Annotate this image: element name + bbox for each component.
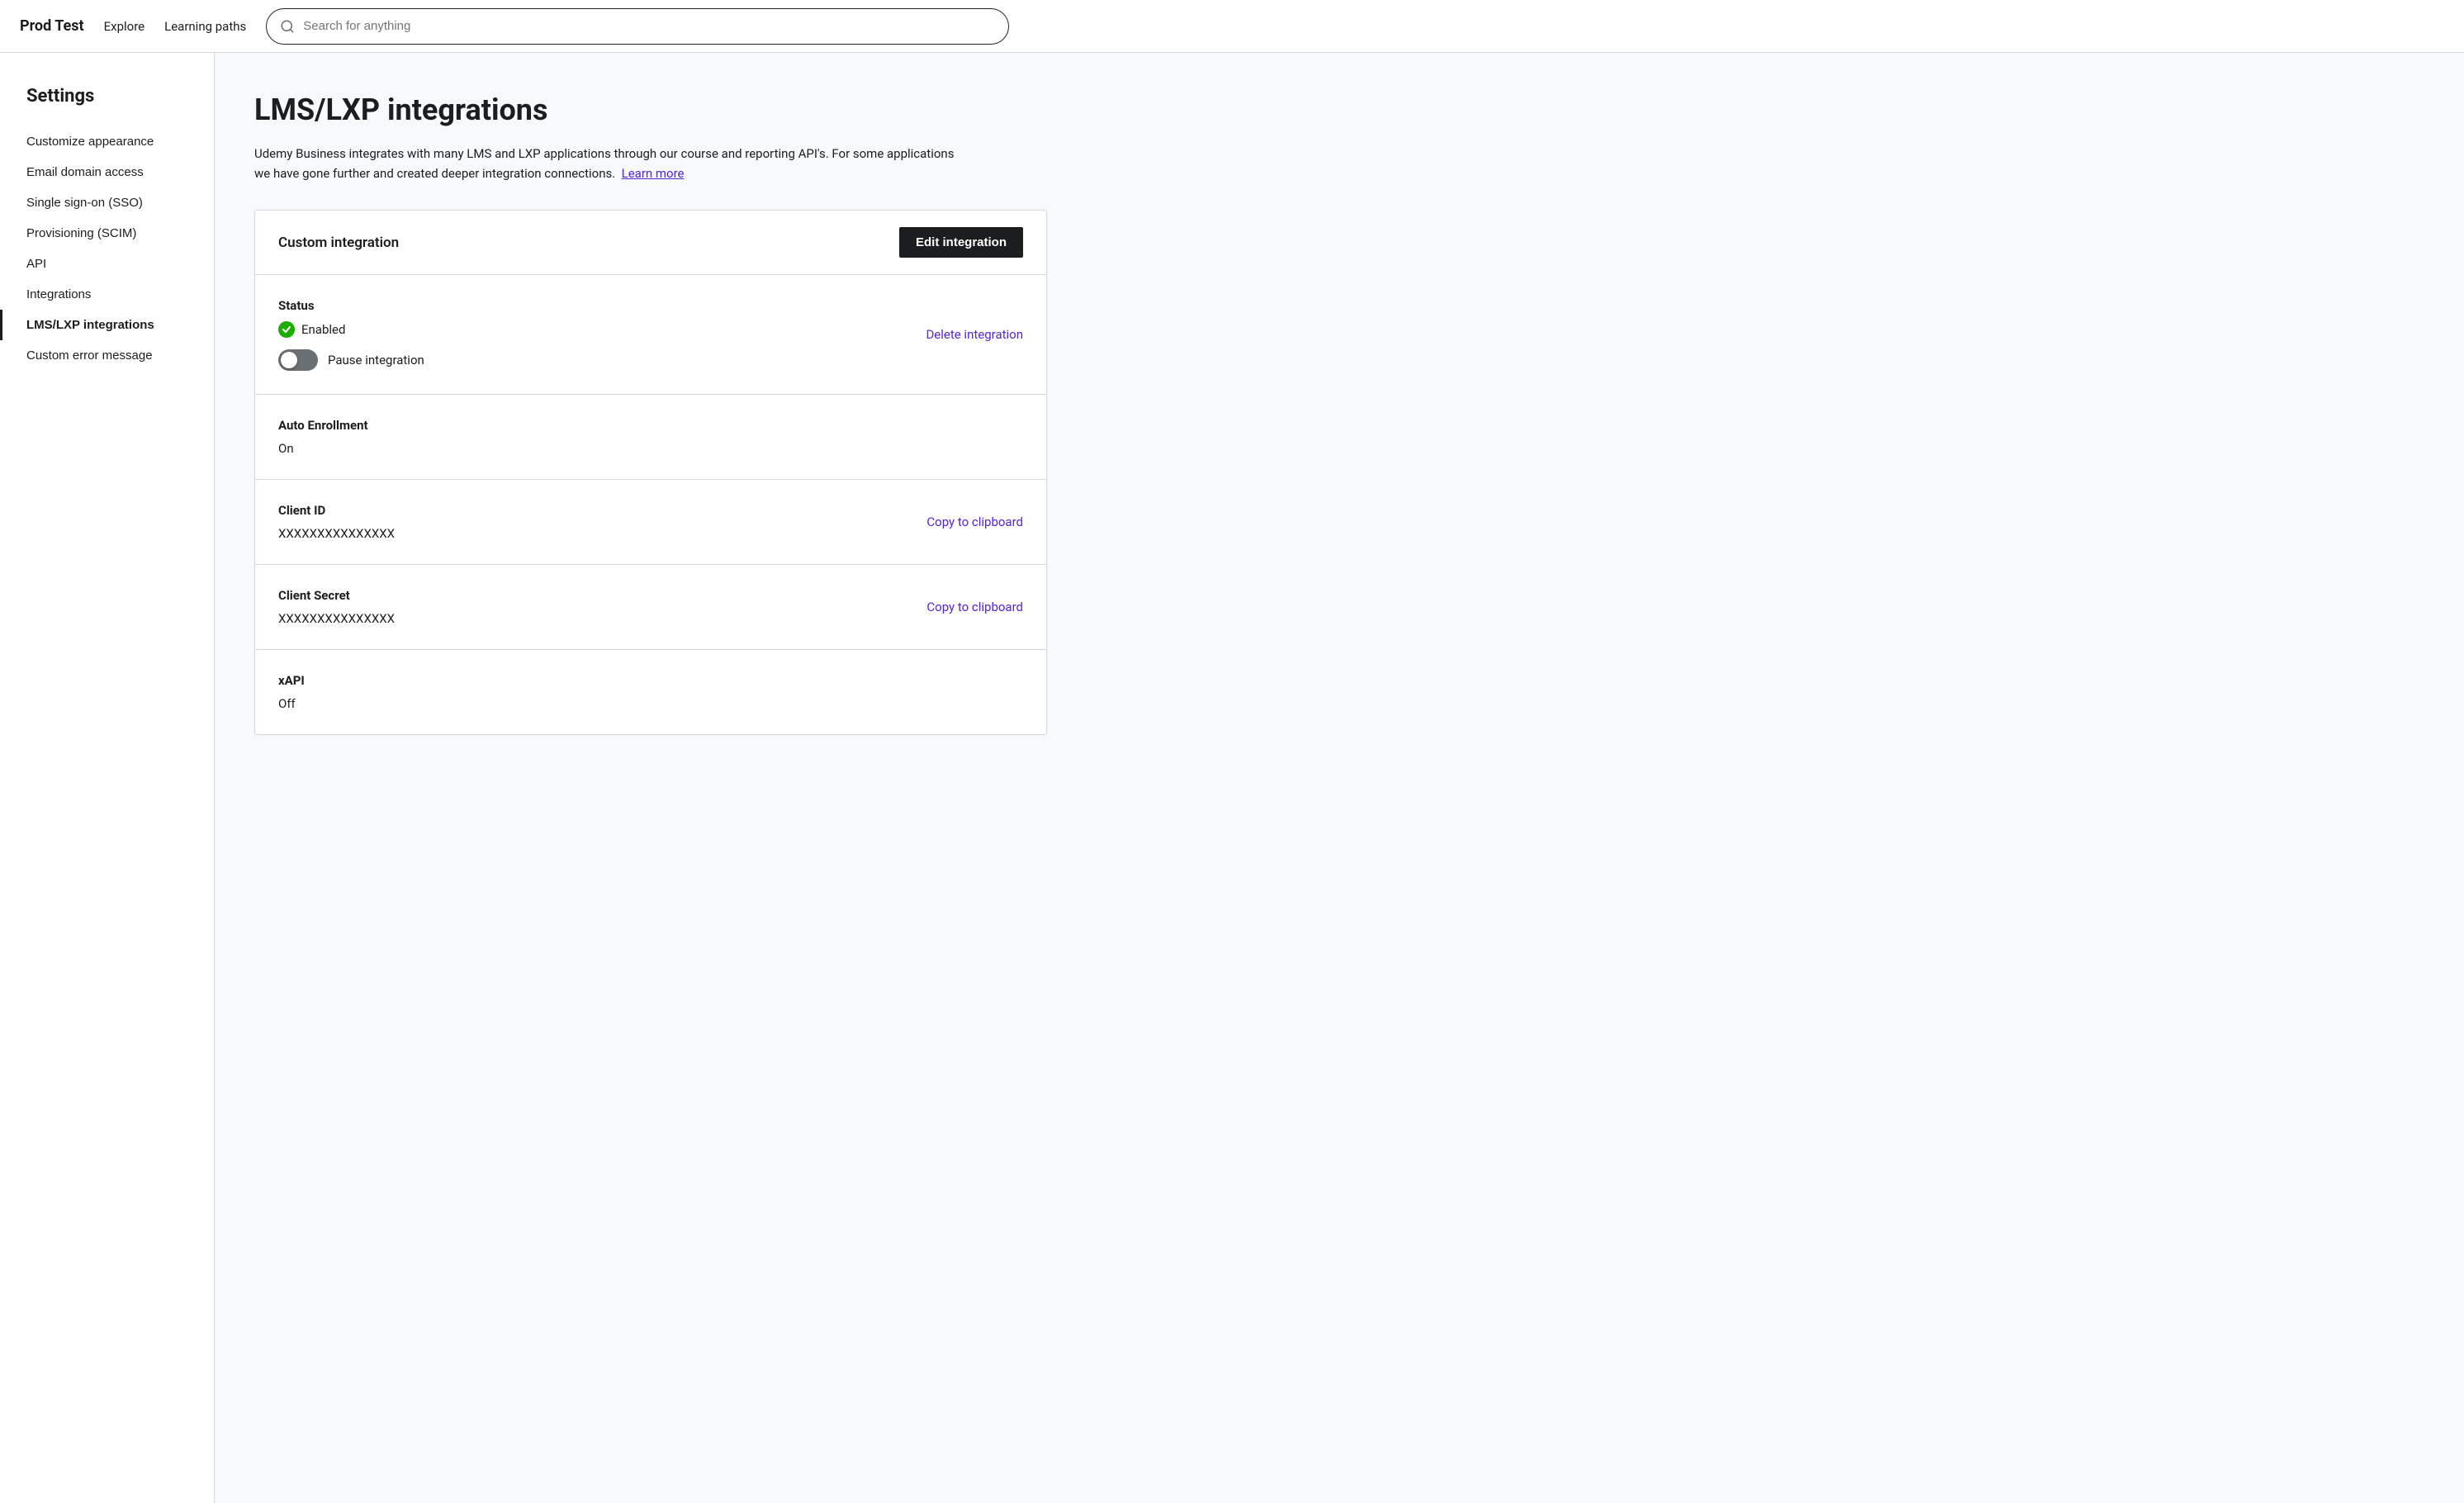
client-secret-label: Client Secret xyxy=(278,588,1023,603)
toggle-thumb xyxy=(281,352,297,368)
sidebar-item-provisioning[interactable]: Provisioning (SCIM) xyxy=(0,218,214,249)
status-text: Enabled xyxy=(301,322,345,337)
sidebar-item-api[interactable]: API xyxy=(0,249,214,279)
pause-integration-row: Pause integration xyxy=(278,349,1023,371)
client-secret-section: Client Secret XXXXXXXXXXXXXXX Copy to cl… xyxy=(255,565,1046,650)
delete-integration-link[interactable]: Delete integration xyxy=(926,327,1023,342)
main-content: LMS/LXP integrations Udemy Business inte… xyxy=(215,53,2464,1503)
pause-integration-toggle[interactable] xyxy=(278,349,318,371)
enabled-check-icon xyxy=(278,321,295,338)
xapi-label: xAPI xyxy=(278,673,1023,688)
auto-enrollment-value: On xyxy=(278,441,1023,456)
client-id-section: Client ID XXXXXXXXXXXXXXX Copy to clipbo… xyxy=(255,480,1046,565)
xapi-value: Off xyxy=(278,696,1023,711)
sidebar-item-sso[interactable]: Single sign-on (SSO) xyxy=(0,187,214,218)
sidebar-item-email-domain-access[interactable]: Email domain access xyxy=(0,157,214,187)
client-id-label: Client ID xyxy=(278,503,1023,518)
edit-integration-button[interactable]: Edit integration xyxy=(899,227,1023,258)
search-icon xyxy=(280,19,295,34)
client-secret-copy-link[interactable]: Copy to clipboard xyxy=(926,600,1023,614)
pause-integration-label: Pause integration xyxy=(328,353,424,367)
client-id-copy-link[interactable]: Copy to clipboard xyxy=(926,514,1023,529)
nav-explore[interactable]: Explore xyxy=(104,19,145,34)
client-secret-value: XXXXXXXXXXXXXXX xyxy=(278,611,1023,626)
sidebar-item-lms-lxp[interactable]: LMS/LXP integrations xyxy=(0,310,214,340)
custom-integration-card: Custom integration Edit integration Stat… xyxy=(254,210,1047,735)
sidebar-item-integrations[interactable]: Integrations xyxy=(0,279,214,310)
status-enabled-row: Enabled xyxy=(278,321,1023,338)
card-header: Custom integration Edit integration xyxy=(255,211,1046,275)
topnav: Prod Test Explore Learning paths xyxy=(0,0,2464,53)
auto-enrollment-section: Auto Enrollment On xyxy=(255,395,1046,480)
sidebar-item-customize-appearance[interactable]: Customize appearance xyxy=(0,126,214,157)
brand-logo[interactable]: Prod Test xyxy=(20,17,84,35)
page-title: LMS/LXP integrations xyxy=(254,92,2424,127)
status-label: Status xyxy=(278,298,1023,313)
sidebar-title: Settings xyxy=(0,86,214,126)
sidebar: Settings Customize appearance Email doma… xyxy=(0,53,215,1503)
status-section: Status Enabled xyxy=(255,275,1046,395)
card-body: Status Enabled xyxy=(255,275,1046,734)
learn-more-link[interactable]: Learn more xyxy=(622,166,685,181)
client-id-value: XXXXXXXXXXXXXXX xyxy=(278,526,1023,541)
page-layout: Settings Customize appearance Email doma… xyxy=(0,53,2464,1503)
search-input[interactable] xyxy=(303,19,995,33)
page-description: Udemy Business integrates with many LMS … xyxy=(254,144,964,183)
nav-learning-paths[interactable]: Learning paths xyxy=(164,19,246,34)
auto-enrollment-label: Auto Enrollment xyxy=(278,418,1023,433)
sidebar-item-custom-error[interactable]: Custom error message xyxy=(0,340,214,371)
card-header-title: Custom integration xyxy=(278,235,399,251)
search-bar[interactable] xyxy=(266,8,1009,45)
xapi-section: xAPI Off xyxy=(255,650,1046,734)
